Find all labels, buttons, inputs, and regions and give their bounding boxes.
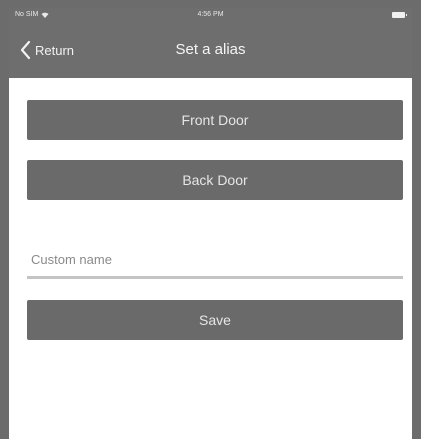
custom-name-input[interactable] [27,244,403,274]
front-door-button[interactable]: Front Door [27,100,403,140]
status-bar: No SIM 4:56 PM [9,8,412,22]
status-time: 4:56 PM [197,11,224,18]
battery-icon [392,12,407,18]
save-button[interactable]: Save [27,300,403,340]
page-title: Set a alias [175,41,246,58]
back-door-button[interactable]: Back Door [27,160,403,200]
navigation-bar: Return Set a alias [9,22,412,78]
custom-name-field-wrapper [27,244,403,279]
phone-screen: No SIM 4:56 PM Return Set a alias Front … [9,8,412,439]
